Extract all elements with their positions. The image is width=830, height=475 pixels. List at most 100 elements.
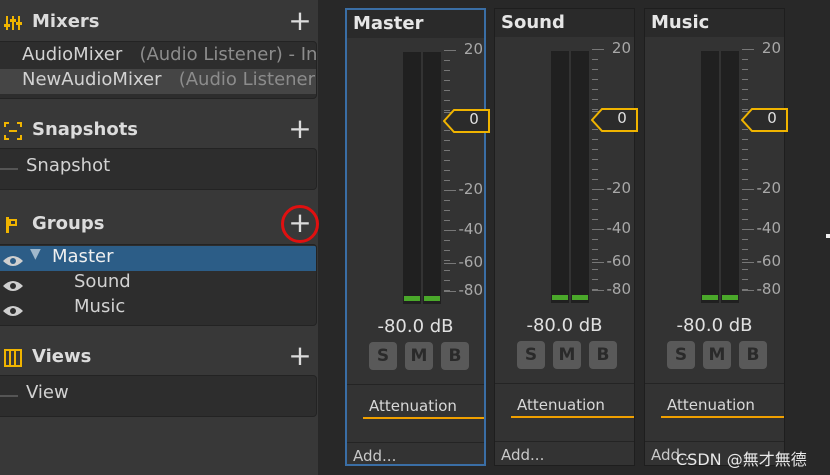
scale-tick — [444, 140, 450, 141]
snapshots-list: Snapshot ★ — [0, 148, 317, 190]
mixer-item[interactable]: AudioMixer (Audio Listener) - In — [0, 44, 316, 69]
divider — [645, 383, 784, 384]
mixer-strip-master[interactable]: Master 20 -20 -40 -60 -80 0 -80.0 dB S M B Attenu… — [345, 8, 490, 466]
level-meter-right — [423, 52, 441, 304]
scale-label: -80 — [458, 281, 484, 299]
add-effect-button[interactable]: Add... — [353, 447, 396, 465]
drag-handle — [0, 168, 18, 170]
expand-arrow-icon[interactable]: ▼ — [30, 246, 41, 262]
mixer-item-name: AudioMixer — [22, 44, 123, 65]
solo-button[interactable]: S — [369, 342, 397, 370]
watermark: CSDN @無才無德 — [676, 450, 807, 469]
mixers-section-header: Mixers + — [0, 7, 318, 38]
scale-tick — [592, 89, 598, 90]
divider — [495, 383, 634, 384]
add-snapshot-button[interactable]: + — [288, 115, 312, 143]
volume-fader-handle[interactable]: 0 — [740, 107, 789, 133]
add-effect-button[interactable]: Add... — [501, 446, 544, 464]
effect-attenuation[interactable]: Attenuation — [511, 392, 634, 418]
scale-label: -40 — [756, 219, 782, 237]
mute-button[interactable]: M — [553, 341, 581, 369]
scale-tick — [444, 60, 450, 61]
views-icon — [4, 349, 22, 367]
scale-tick — [742, 59, 748, 60]
scale-tick — [444, 80, 450, 81]
scale-tick — [742, 199, 748, 200]
scale-tick — [742, 159, 748, 160]
scale-label: -80 — [606, 280, 632, 298]
mute-button[interactable]: M — [703, 341, 731, 369]
mixers-list: AudioMixer (Audio Listener) - In NewAudi… — [0, 41, 317, 99]
scale-tick — [742, 169, 748, 170]
groups-icon — [4, 216, 22, 234]
mixer-strip-music[interactable]: Music 20 -20 -40 -60 -80 0 -80.0 dB S M B Attenua… — [644, 8, 788, 466]
bypass-button[interactable]: B — [441, 342, 469, 370]
scale-tick — [742, 69, 748, 70]
scale-tick — [592, 149, 598, 150]
level-meter-left — [403, 52, 421, 304]
volume-fader-handle[interactable]: 0 — [442, 108, 491, 134]
eye-icon[interactable] — [2, 277, 24, 291]
fader-value: 0 — [617, 109, 627, 127]
scale-tick — [444, 240, 450, 241]
scale-tick — [592, 249, 598, 250]
group-item-music[interactable]: Music — [0, 296, 316, 321]
eye-icon[interactable] — [2, 252, 24, 266]
scale-label: 20 — [761, 39, 781, 57]
bypass-button[interactable]: B — [589, 341, 617, 369]
scale-tick — [444, 250, 450, 251]
scale-label: -20 — [458, 180, 484, 198]
add-view-button[interactable]: + — [288, 342, 312, 370]
scale-label: -80 — [756, 280, 782, 298]
mixer-strip-sound[interactable]: Sound 20 -20 -40 -60 -80 0 -80.0 dB S M B Attenua… — [494, 8, 638, 466]
eye-icon[interactable] — [2, 302, 24, 316]
scale-tick — [592, 209, 598, 210]
scale-tick — [592, 139, 598, 140]
add-mixer-button[interactable]: + — [288, 7, 312, 35]
fader-value: 0 — [469, 110, 479, 128]
snapshots-title: Snapshots — [32, 119, 139, 140]
scale-tick — [592, 199, 598, 200]
group-item-master[interactable]: ▼ Master — [0, 246, 316, 271]
level-readout: -80.0 dB — [676, 315, 753, 336]
meter-level-bar — [552, 295, 568, 300]
mixer-item-name: NewAudioMixer — [22, 69, 162, 90]
effect-attenuation[interactable]: Attenuation — [661, 392, 784, 418]
scale-tick — [444, 170, 450, 171]
scale-tick — [592, 69, 598, 70]
mixers-icon — [4, 14, 22, 32]
level-meter-right — [721, 51, 739, 303]
edge-mark — [826, 234, 830, 238]
divider — [347, 384, 484, 385]
scale-label: -20 — [756, 179, 782, 197]
strip-name[interactable]: Master — [347, 10, 484, 38]
scale-tick — [742, 79, 748, 80]
highlight-circle — [281, 205, 319, 243]
views-title: Views — [32, 346, 92, 367]
snapshots-section-header: Snapshots + — [0, 115, 318, 146]
snapshot-item[interactable]: Snapshot ★ — [0, 155, 316, 180]
solo-button[interactable]: S — [517, 341, 545, 369]
level-readout: -80.0 dB — [377, 316, 454, 337]
divider — [347, 442, 484, 443]
scale-label: 20 — [611, 39, 631, 57]
groups-title: Groups — [32, 213, 105, 234]
solo-button[interactable]: S — [667, 341, 695, 369]
scale-tick — [592, 159, 598, 160]
scale-tick — [592, 99, 598, 100]
meter-level-bar — [722, 295, 738, 300]
level-meter-left — [701, 51, 719, 303]
bypass-button[interactable]: B — [739, 341, 767, 369]
scale-tick — [742, 139, 748, 140]
mute-button[interactable]: M — [405, 342, 433, 370]
mixer-item-selected[interactable]: NewAudioMixer (Audio Listener — [0, 69, 316, 94]
scale-tick — [742, 209, 748, 210]
group-item-sound[interactable]: Sound — [0, 271, 316, 296]
strip-name[interactable]: Sound — [495, 9, 634, 37]
scale-label: -40 — [606, 219, 632, 237]
volume-fader-handle[interactable]: 0 — [590, 107, 639, 133]
effect-attenuation[interactable]: Attenuation — [363, 393, 484, 419]
scale-label: -60 — [458, 253, 484, 271]
strip-name[interactable]: Music — [645, 9, 784, 37]
view-item[interactable]: View — [0, 382, 316, 407]
